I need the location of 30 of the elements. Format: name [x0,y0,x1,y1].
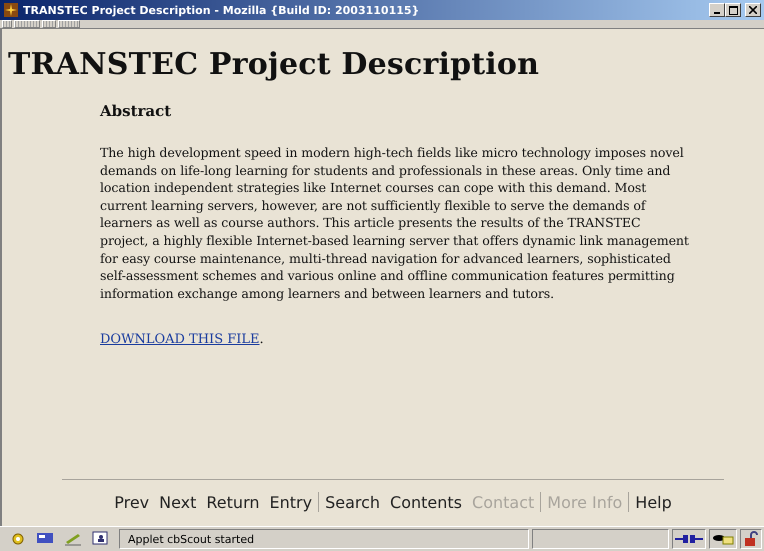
period-text: . [260,332,264,348]
download-link[interactable]: DOWNLOAD THIS FILE [100,332,260,348]
minimize-button[interactable] [709,3,725,17]
padlock-icon [743,531,759,547]
toolbar-grip[interactable] [14,20,40,28]
section-title: Abstract [100,102,172,120]
toolbar-grip[interactable] [2,20,12,28]
address-card-icon[interactable] [92,531,108,545]
nav-link[interactable]: Contents [385,492,468,512]
nav-link[interactable]: Prev [109,492,154,512]
status-message: Applet cbScout started [119,529,529,549]
close-button[interactable] [745,3,761,17]
nav-link[interactable]: Next [154,492,202,512]
eye-icon [712,532,734,546]
nav-link[interactable]: Return [201,492,264,512]
nav-link[interactable]: Help [630,492,677,512]
pen-icon[interactable] [64,531,82,547]
nav-link[interactable]: Entry [264,492,318,512]
maximize-icon [728,6,738,14]
window-title: TRANSTEC Project Description - Mozilla {Build ID: 2003110115} [23,4,420,16]
nav-link[interactable]: Search [320,492,386,512]
mail-icon[interactable] [36,531,54,545]
abstract-paragraph: The high development speed in modern high-tech fields like micro technology imposes novel demands on life-long learning for students and professionals in these areas. Only time and location independent strategies like Internet courses can cope with this demand. Most current learning servers, however, are not sufficiently flexible to serve the demands of learners as well as course authors. This article presents the results of the TRANSTEC project, a highly flexible Internet-based learning server that offers dynamic link management for easy course maintenance, multi-thread navigation for advanced learners, sophisticated self-assessment schemes and various online and offline communication features permitting information exchange among learners and between learners and tutors. [100,144,690,302]
maximize-button[interactable] [725,3,741,17]
plug-icon [675,533,703,545]
app-icon [3,2,19,18]
page-heading: TRANSTEC Project Description [8,47,540,82]
close-icon [749,6,757,14]
toolbar-grip[interactable] [42,20,56,28]
toolbar-grip[interactable] [58,20,80,28]
